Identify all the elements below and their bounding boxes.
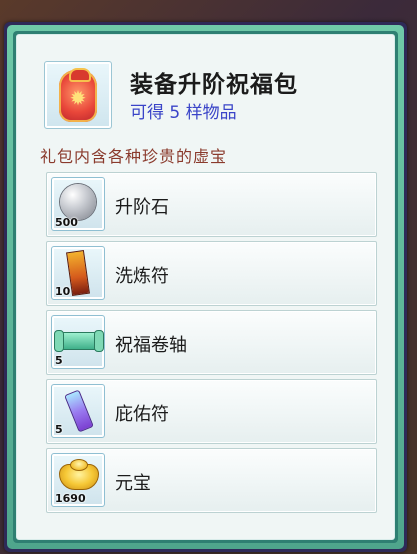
item-quantity: 5 <box>55 423 63 436</box>
item-slot[interactable]: 5 <box>51 315 105 369</box>
package-dialog: ✹ 装备升阶祝福包 可得 5 样物品 礼包内含各种珍贵的虚宝 500 升阶石 1… <box>4 22 407 552</box>
game-screen: { "header": { "title": "装备升阶祝福包", "subti… <box>0 0 417 554</box>
item-name: 元宝 <box>115 473 151 494</box>
bag-emblem-icon: ✹ <box>69 86 87 110</box>
item-slot[interactable]: 5 <box>51 384 105 438</box>
dialog-border: ✹ 装备升阶祝福包 可得 5 样物品 礼包内含各种珍贵的虚宝 500 升阶石 1… <box>7 25 404 549</box>
dialog-inner-border: ✹ 装备升阶祝福包 可得 5 样物品 礼包内含各种珍贵的虚宝 500 升阶石 1… <box>13 31 398 543</box>
lucky-bag-icon[interactable]: ✹ <box>44 61 112 129</box>
item-quantity: 500 <box>55 216 78 229</box>
package-title: 装备升阶祝福包 <box>130 72 298 98</box>
item-slot[interactable]: 500 <box>51 177 105 231</box>
item-quantity: 1690 <box>55 492 86 505</box>
item-slot[interactable]: 1690 <box>51 453 105 507</box>
package-subtitle: 可得 5 样物品 <box>130 103 237 123</box>
item-quantity: 5 <box>55 354 63 367</box>
reward-item-upgrade-stone[interactable]: 500 升阶石 <box>46 172 377 237</box>
blessing-scroll-icon <box>54 330 104 352</box>
reward-item-protection-charm[interactable]: 5 庇佑符 <box>46 379 377 444</box>
bag-knot <box>69 68 91 82</box>
item-quantity: 10 <box>55 285 71 298</box>
item-name: 祝福卷轴 <box>115 335 187 356</box>
item-name: 庇佑符 <box>115 404 169 425</box>
upgrade-stone-icon <box>60 184 96 220</box>
item-name: 洗炼符 <box>115 266 169 287</box>
item-name: 升阶石 <box>115 197 169 218</box>
bag-shape: ✹ <box>59 68 97 122</box>
reward-item-blessing-scroll[interactable]: 5 祝福卷轴 <box>46 310 377 375</box>
reward-item-gold-ingot[interactable]: 1690 元宝 <box>46 448 377 513</box>
package-description: 礼包内含各种珍贵的虚宝 <box>40 147 228 166</box>
gold-ingot-icon <box>59 459 99 490</box>
reward-item-refine-talisman[interactable]: 10 洗炼符 <box>46 241 377 306</box>
reward-list: 500 升阶石 10 洗炼符 5 祝福卷轴 5 庇佑符 1690 元宝 <box>46 172 377 517</box>
item-slot[interactable]: 10 <box>51 246 105 300</box>
protection-charm-icon <box>64 389 94 433</box>
dialog-panel: ✹ 装备升阶祝福包 可得 5 样物品 礼包内含各种珍贵的虚宝 500 升阶石 1… <box>16 34 395 540</box>
